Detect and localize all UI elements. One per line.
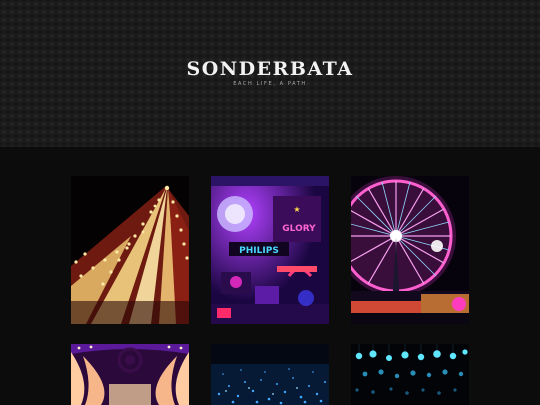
post-thumbnail-curtain-arch[interactable]: [71, 344, 189, 405]
post-thumbnail-ferris-wheel[interactable]: [351, 176, 469, 324]
blue-light-field-photo: [211, 344, 329, 405]
hanging-blue-orbs-photo: [351, 344, 469, 405]
post-thumbnail-blue-orbs[interactable]: [351, 344, 469, 405]
svg-text:★: ★: [293, 205, 300, 214]
neon-signs-photo: ★ GLORY PHILIPS: [211, 176, 329, 324]
photo-grid: ★ GLORY PHILIPS: [0, 147, 540, 405]
blog-header: SONDERBATA EACH LIFE, A PATH: [0, 0, 540, 147]
ferris-wheel-photo: [351, 176, 469, 324]
blog-tagline: EACH LIFE, A PATH: [233, 81, 307, 87]
circus-tent-lights-photo: [71, 176, 189, 324]
post-thumbnail-circus-tent[interactable]: [71, 176, 189, 324]
lit-curtain-arch-photo: [71, 344, 189, 405]
neon-sign-text-2: GLORY: [282, 224, 316, 234]
neon-sign-text-1: PHILIPS: [239, 246, 279, 256]
post-thumbnail-neon-signs[interactable]: ★ GLORY PHILIPS: [211, 176, 329, 324]
blog-title[interactable]: SONDERBATA: [0, 58, 540, 80]
post-thumbnail-blue-lights[interactable]: [211, 344, 329, 405]
